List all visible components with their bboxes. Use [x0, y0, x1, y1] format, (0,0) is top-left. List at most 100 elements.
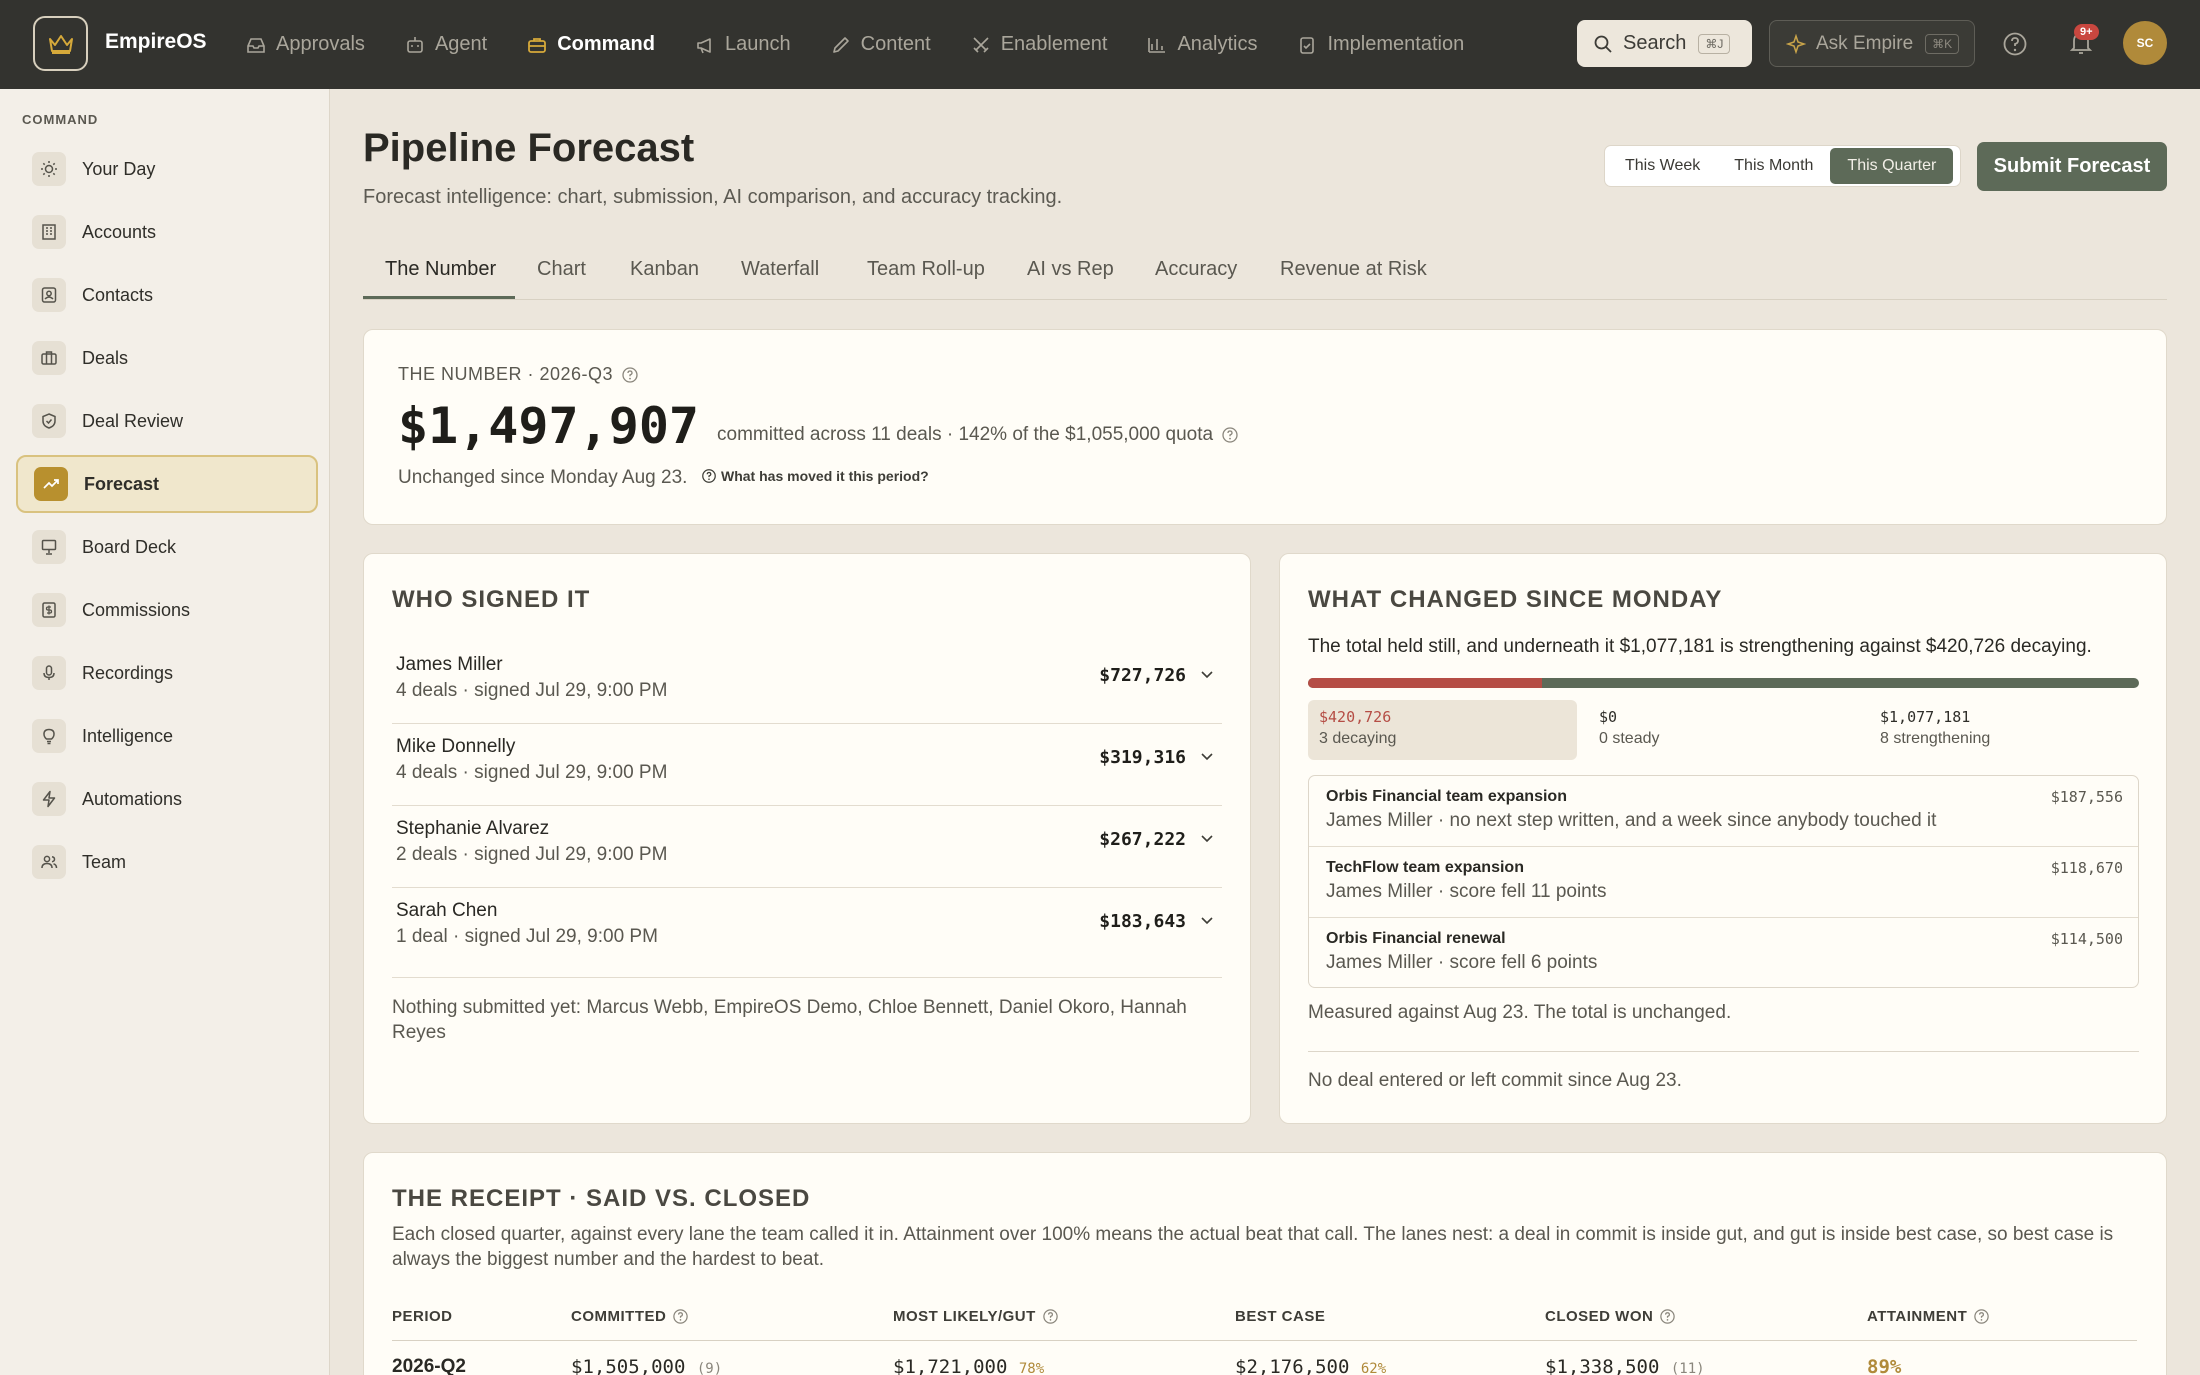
help-circle-icon[interactable]	[621, 366, 639, 384]
trending-up-icon	[34, 467, 68, 501]
chevron-down-icon[interactable]	[1200, 670, 1214, 680]
cell-closed-won: $1,338,500 (11)	[1545, 1356, 1705, 1375]
steady-legend[interactable]: $0 0 steady	[1588, 700, 1670, 760]
ask-empire-button[interactable]: Ask Empire ⌘K	[1769, 20, 1975, 67]
sidebar-item-team[interactable]: Team	[16, 833, 318, 891]
list-item[interactable]: Orbis Financial renewal James Miller · s…	[1309, 918, 2138, 989]
nav-approvals[interactable]: Approvals	[246, 33, 365, 56]
presentation-icon	[32, 530, 66, 564]
tab-ai-vs-rep[interactable]: AI vs Rep	[1027, 258, 1114, 281]
megaphone-icon	[697, 37, 711, 53]
list-item[interactable]: TechFlow team expansion James Miller · s…	[1309, 847, 2138, 918]
deal-title: Orbis Financial renewal	[1326, 930, 1506, 947]
signer-detail: 4 deals · signed Jul 29, 9:00 PM	[396, 680, 668, 701]
signer-amount: $727,726	[1099, 665, 1186, 686]
legend-value: $1,077,181	[1880, 708, 1971, 726]
nav-launch[interactable]: Launch	[695, 33, 791, 56]
sidebar: COMMAND Your Day Accounts Contacts Deals…	[0, 89, 330, 1375]
chevron-down-icon[interactable]	[1200, 752, 1214, 762]
search-icon	[1594, 35, 1612, 53]
signer-row[interactable]: Stephanie Alvarez 2 deals · signed Jul 2…	[392, 806, 1222, 888]
help-icon[interactable]	[2002, 31, 2028, 57]
nav-agent[interactable]: Agent	[405, 33, 487, 56]
committed-note: committed across 11 deals · 142% of the …	[717, 424, 1239, 446]
legend-label: 8 strengthening	[1880, 730, 1991, 747]
search-shortcut: ⌘J	[1698, 33, 1731, 54]
decaying-fill	[1308, 678, 1542, 688]
signer-row[interactable]: James Miller 4 deals · signed Jul 29, 9:…	[392, 642, 1222, 724]
sidebar-item-intelligence[interactable]: Intelligence	[16, 707, 318, 765]
help-circle-icon[interactable]	[1221, 426, 1239, 444]
sidebar-item-deals[interactable]: Deals	[16, 329, 318, 387]
ask-shortcut: ⌘K	[1925, 33, 1960, 54]
nav-enablement[interactable]: Enablement	[971, 33, 1107, 56]
chevron-down-icon[interactable]	[1200, 834, 1214, 844]
nav-implementation[interactable]: Implementation	[1297, 33, 1464, 56]
microphone-icon	[32, 656, 66, 690]
signer-detail: 1 deal · signed Jul 29, 9:00 PM	[396, 926, 658, 947]
nav-command[interactable]: Command	[527, 33, 655, 56]
list-item[interactable]: Orbis Financial team expansion James Mil…	[1309, 776, 2138, 847]
tab-revenue-at-risk[interactable]: Revenue at Risk	[1280, 258, 1427, 281]
tab-team-roll-up[interactable]: Team Roll-up	[867, 258, 985, 281]
strengthening-legend[interactable]: $1,077,181 8 strengthening	[1869, 700, 2001, 760]
sidebar-item-automations[interactable]: Automations	[16, 770, 318, 828]
deal-title: TechFlow team expansion	[1326, 859, 1524, 876]
submit-forecast-button[interactable]: Submit Forecast	[1977, 142, 2167, 191]
sidebar-item-recordings[interactable]: Recordings	[16, 644, 318, 702]
sidebar-item-forecast[interactable]: Forecast	[16, 455, 318, 513]
sidebar-item-accounts[interactable]: Accounts	[16, 203, 318, 261]
no-entry-note: No deal entered or left commit since Aug…	[1308, 1070, 1682, 1091]
deal-detail: James Miller · score fell 11 points	[1326, 881, 1607, 902]
sidebar-item-board-deck[interactable]: Board Deck	[16, 518, 318, 576]
nav-content[interactable]: Content	[831, 33, 931, 56]
nav-analytics[interactable]: Analytics	[1147, 33, 1257, 56]
help-circle-icon[interactable]	[1042, 1308, 1059, 1325]
bar-chart-icon	[1148, 37, 1166, 53]
signer-row[interactable]: Mike Donnelly 4 deals · signed Jul 29, 9…	[392, 724, 1222, 806]
changed-deals-list: Orbis Financial team expansion James Mil…	[1308, 775, 2139, 988]
sidebar-item-contacts[interactable]: Contacts	[16, 266, 318, 324]
deal-amount: $187,556	[2050, 788, 2123, 806]
signer-amount: $183,643	[1099, 911, 1186, 932]
range-this-quarter[interactable]: This Quarter	[1830, 148, 1954, 184]
measured-note: Measured against Aug 23. The total is un…	[1308, 1002, 1732, 1023]
signer-amount: $267,222	[1099, 829, 1186, 850]
chevron-down-icon[interactable]	[1200, 916, 1214, 926]
sidebar-item-deal-review[interactable]: Deal Review	[16, 392, 318, 450]
user-avatar[interactable]: SC	[2123, 21, 2167, 65]
shield-check-icon	[32, 404, 66, 438]
sidebar-item-your-day[interactable]: Your Day	[16, 140, 318, 198]
deal-detail: James Miller · score fell 6 points	[1326, 952, 1598, 973]
tab-accuracy[interactable]: Accuracy	[1155, 258, 1237, 281]
divider	[1308, 1051, 2139, 1052]
deal-amount: $114,500	[2050, 930, 2123, 948]
range-this-month[interactable]: This Month	[1717, 148, 1830, 184]
sun-icon	[32, 152, 66, 186]
signer-name: James Miller	[396, 654, 503, 675]
range-this-week[interactable]: This Week	[1608, 148, 1717, 184]
help-circle-icon[interactable]	[1973, 1308, 1990, 1325]
crown-logo-icon[interactable]	[33, 16, 88, 71]
app-name: EmpireOS	[105, 30, 207, 53]
tab-kanban[interactable]: Kanban	[630, 258, 699, 281]
not-submitted-note: Nothing submitted yet: Marcus Webb, Empi…	[392, 997, 1187, 1043]
sidebar-item-commissions[interactable]: Commissions	[16, 581, 318, 639]
signer-row[interactable]: Sarah Chen 1 deal · signed Jul 29, 9:00 …	[392, 888, 1222, 978]
robot-icon	[407, 36, 423, 53]
signer-detail: 4 deals · signed Jul 29, 9:00 PM	[396, 762, 668, 783]
lightning-icon	[32, 782, 66, 816]
change-summary: The total held still, and underneath it …	[1308, 636, 2092, 657]
signer-name: Stephanie Alvarez	[396, 818, 550, 839]
page-subtitle: Forecast intelligence: chart, submission…	[363, 186, 1063, 208]
column-header-period: PERIOD	[392, 1308, 453, 1325]
tab-chart[interactable]: Chart	[537, 258, 586, 281]
tab-the-number[interactable]: The Number	[385, 258, 496, 281]
what-moved-link[interactable]: What has moved it this period?	[701, 468, 929, 484]
search-button[interactable]: Search ⌘J	[1577, 20, 1752, 67]
tab-waterfall[interactable]: Waterfall	[741, 258, 819, 281]
help-circle-icon[interactable]	[672, 1308, 689, 1325]
decaying-legend[interactable]: $420,726 3 decaying	[1308, 700, 1577, 760]
help-circle-icon[interactable]	[1659, 1308, 1676, 1325]
cell-best-case: $2,176,500 62%	[1235, 1356, 1387, 1375]
